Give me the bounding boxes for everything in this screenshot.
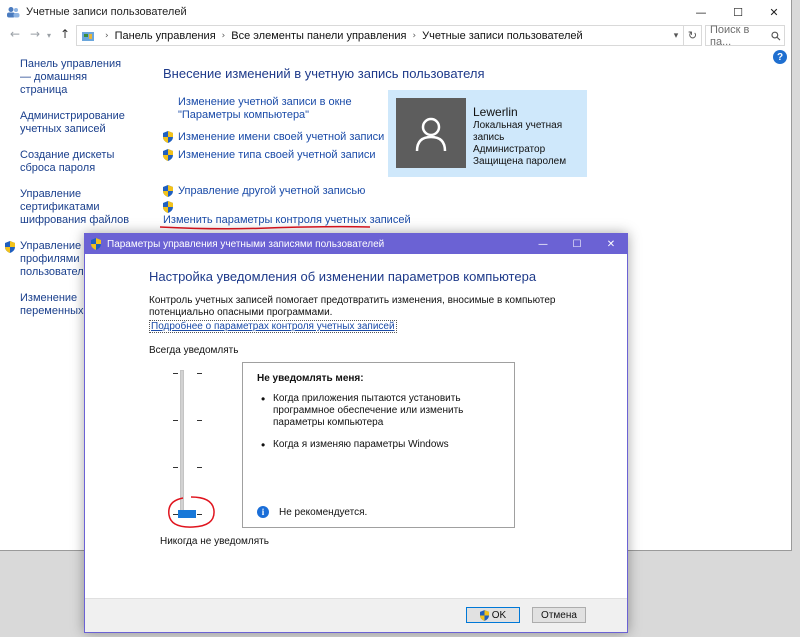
control-panel-icon — [82, 31, 94, 41]
avatar[interactable] — [396, 98, 466, 168]
uac-shield-icon — [479, 609, 489, 621]
slider-bottom-label: Никогда не уведомлять — [160, 536, 269, 547]
user-name: Lewerlin — [473, 105, 518, 119]
search-placeholder: Поиск в па... — [710, 23, 750, 48]
red-annotation-circle — [168, 496, 215, 528]
change-account-type-link[interactable]: Изменение типа своей учетной записи — [178, 149, 376, 162]
sidebar-item-reset-disk[interactable]: Создание дискеты сброса пароля — [20, 149, 135, 175]
slider-tick — [173, 373, 178, 374]
breadcrumb-separator-icon: › — [221, 30, 226, 41]
breadcrumb-all-items[interactable]: Все элементы панели управления — [231, 30, 406, 42]
search-input[interactable]: Поиск в па... — [705, 23, 785, 48]
help-icon[interactable]: ? — [773, 50, 787, 64]
cancel-button[interactable]: Отмена — [532, 607, 586, 623]
uac-shield-icon — [91, 238, 101, 250]
user-card: Lewerlin Локальная учетная запись Админи… — [388, 90, 587, 177]
manage-other-account-link[interactable]: Управление другой учетной записью — [178, 185, 365, 198]
forward-arrow-icon[interactable]: → — [30, 27, 40, 41]
uac-shield-icon — [163, 201, 173, 213]
slider-top-label: Всегда уведомлять — [149, 345, 239, 356]
breadcrumb-separator-icon: › — [412, 30, 417, 41]
window-title: Учетные записи пользователей — [26, 6, 187, 18]
dialog-description: Контроль учетных записей помогает предот… — [149, 295, 556, 318]
uac-settings-dialog: Параметры управления учетными записями п… — [84, 233, 628, 633]
slider-tick — [173, 467, 178, 468]
rename-account-link[interactable]: Изменение имени своей учетной записи — [178, 131, 384, 144]
sidebar-item-certificates[interactable]: Управление сертификатами шифрования файл… — [20, 188, 140, 227]
info-title: Не уведомлять меня: — [257, 373, 364, 384]
dialog-maximize-button[interactable]: ☐ — [561, 234, 593, 254]
account-type: Локальная учетная запись — [473, 120, 563, 143]
sidebar-item-home[interactable]: Панель управления — домашняя страница — [20, 58, 130, 97]
titlebar: Учетные записи пользователей — [0, 0, 791, 24]
search-icon — [771, 31, 781, 41]
close-button[interactable]: ✕ — [758, 0, 790, 24]
info-bullet: Когда приложения пытаются установить про… — [257, 393, 502, 429]
slider-tick — [197, 373, 202, 374]
breadcrumb-separator-icon: › — [105, 30, 109, 41]
dialog-minimize-button[interactable]: — — [527, 234, 559, 254]
dialog-footer: OK Отмена — [85, 598, 627, 632]
uac-shield-icon — [5, 241, 15, 253]
uac-shield-icon — [163, 185, 173, 197]
slider-tick — [197, 467, 202, 468]
user-silhouette-icon — [415, 117, 447, 152]
dialog-close-button[interactable]: ✕ — [595, 234, 627, 254]
users-icon — [7, 7, 20, 18]
uac-shield-icon — [163, 131, 173, 143]
user-info: Lewerlin Локальная учетная запись Админи… — [473, 106, 587, 168]
breadcrumb-user-accounts[interactable]: Учетные записи пользователей — [422, 30, 583, 42]
info-bullet: Когда я изменяю параметры Windows — [257, 439, 502, 451]
up-arrow-icon[interactable]: ↑ — [60, 27, 70, 41]
address-dropdown-icon[interactable]: ▾ — [668, 25, 684, 46]
slider-tick — [197, 420, 202, 421]
info-footer: i Не рекомендуется. — [257, 506, 367, 518]
learn-more-link[interactable]: Подробнее о параметрах контроля учетных … — [149, 320, 397, 333]
minimize-button[interactable]: — — [685, 0, 717, 24]
ok-button[interactable]: OK — [466, 607, 520, 623]
not-recommended-text: Не рекомендуется. — [279, 506, 368, 518]
pc-settings-link[interactable]: Изменение учетной записи в окне "Парамет… — [178, 96, 378, 122]
slider-tick — [197, 514, 202, 515]
level-description-box: Не уведомлять меня: Когда приложения пыт… — [242, 362, 515, 528]
page-title: Внесение изменений в учетную запись поль… — [163, 66, 485, 81]
account-password-status: Защищена паролем — [473, 156, 567, 167]
refresh-icon[interactable]: ↻ — [684, 25, 702, 46]
recent-pages-icon[interactable]: ▾ — [47, 31, 51, 40]
back-arrow-icon[interactable]: ← — [10, 27, 20, 41]
breadcrumb-control-panel[interactable]: Панель управления — [115, 30, 216, 42]
uac-shield-icon — [163, 149, 173, 161]
slider-tick — [173, 514, 178, 515]
ok-button-label: OK — [491, 609, 507, 621]
info-icon: i — [257, 506, 269, 518]
red-annotation-underline — [159, 225, 371, 230]
address-row: ← → ▾ ↑ › Панель управления › Все элемен… — [0, 24, 791, 48]
slider-tick — [173, 420, 178, 421]
address-bar[interactable]: › Панель управления › Все элементы панел… — [76, 25, 684, 46]
maximize-button[interactable]: ☐ — [722, 0, 754, 24]
sidebar-item-admin-accounts[interactable]: Администрирование учетных записей — [20, 110, 145, 136]
account-role: Администратор — [473, 144, 546, 155]
dialog-heading: Настройка уведомления об изменении парам… — [149, 269, 537, 284]
dialog-title: Параметры управления учетными записями п… — [107, 238, 385, 250]
info-bullets: Когда приложения пытаются установить про… — [257, 393, 502, 461]
